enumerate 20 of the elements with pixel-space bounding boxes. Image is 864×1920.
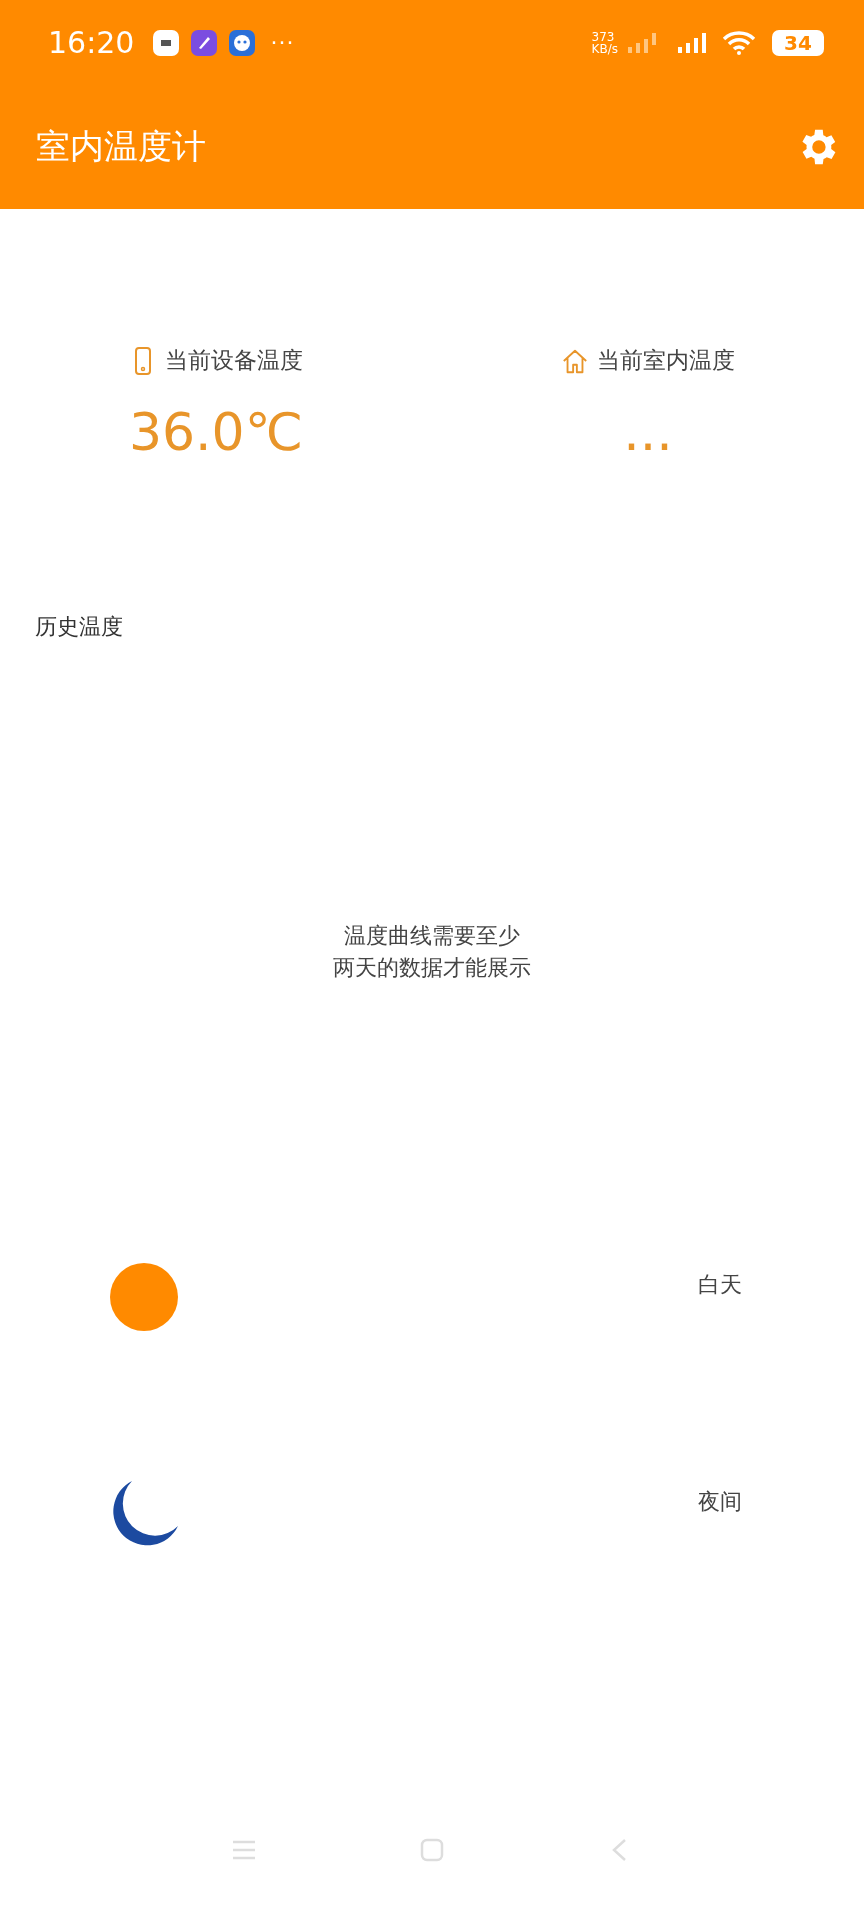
clock-time: 16:20 xyxy=(48,25,135,60)
legend-label: 夜间 xyxy=(698,1488,742,1516)
app-notification-icon xyxy=(228,28,257,57)
temperature-label: 当前设备温度 xyxy=(165,346,303,375)
app-notification-icon xyxy=(190,28,219,57)
more-notifications: ··· xyxy=(270,30,295,55)
app-title: 室内温度计 xyxy=(36,125,206,168)
app-notification-icon xyxy=(152,28,181,57)
sun-icon xyxy=(110,1262,178,1332)
wifi-icon xyxy=(722,30,756,55)
home-button-icon[interactable] xyxy=(418,1836,446,1864)
empty-chart-message: 温度曲线需要至少 两天的数据才能展示 xyxy=(333,922,531,982)
network-speed: 373 xyxy=(591,30,616,43)
section-title: 历史温度 xyxy=(35,613,124,641)
temperature-label: 当前室内温度 xyxy=(597,346,735,375)
network-speed: KB/s xyxy=(591,42,618,55)
legend-label: 白天 xyxy=(698,1271,742,1299)
battery-level: 34 xyxy=(772,29,824,56)
temperature-value: ... xyxy=(623,402,673,462)
temperature-value: 36.0℃ xyxy=(128,402,304,462)
